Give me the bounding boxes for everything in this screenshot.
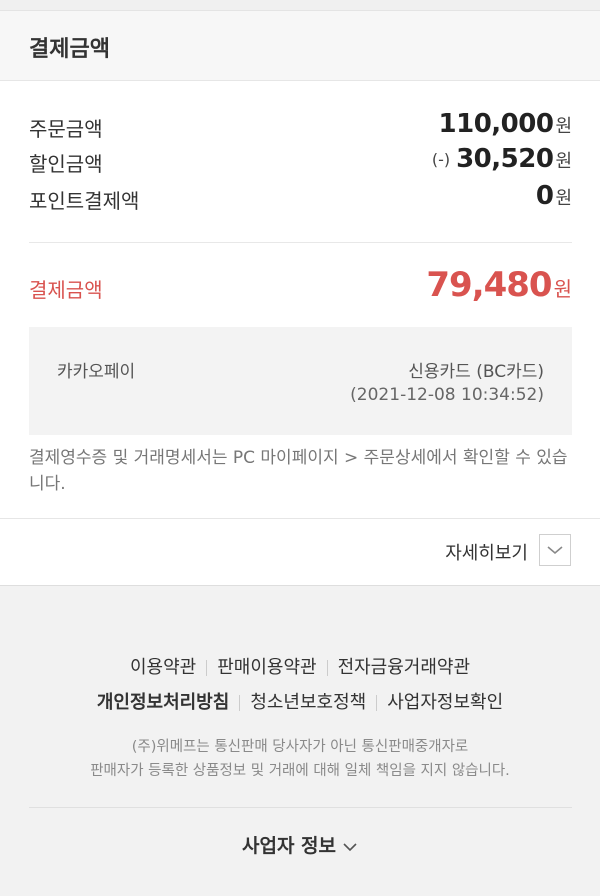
discount-amount-row: 할인금액 (-) 30,520 원 [29, 144, 572, 176]
footer-links-row2: 개인정보처리방침 청소년보호정책 사업자정보확인 [0, 688, 600, 714]
disclaimer-line-1: (주)위메프는 통신판매 당사자가 아닌 통신판매중개자로 [131, 739, 469, 755]
footer-divider [29, 807, 572, 808]
link-separator [206, 660, 208, 676]
discount-minus-prefix: (-) [431, 150, 451, 169]
footer-disclaimer: (주)위메프는 통신판매 당사자가 아닌 통신판매중개자로 판매자가 등록한 상… [0, 735, 600, 783]
order-amount-unit: 원 [555, 116, 572, 137]
total-amount-unit: 원 [553, 277, 572, 301]
order-amount-number: 110,000 [438, 109, 554, 139]
payment-method-box: 카카오페이 신용카드 (BC카드) (2021-12-08 10:34:52) [29, 327, 572, 435]
discount-amount-value: (-) 30,520 원 [432, 144, 572, 174]
section-title: 결제금액 [29, 37, 110, 62]
payment-summary-card: 주문금액 110,000 원 할인금액 (-) 30,520 원 포인트결제액 0원 … [0, 81, 600, 586]
point-amount-label: 포인트결제액 [29, 189, 140, 213]
terms-of-use-link[interactable]: 이용약관 [130, 657, 196, 678]
total-amount-number: 79,480 [426, 265, 552, 305]
footer-links-row1: 이용약관 판매이용약관 전자금융거래약관 [0, 653, 600, 679]
link-separator [376, 695, 378, 711]
business-info-label: 사업자 정보 [241, 835, 336, 857]
view-details-button[interactable] [539, 534, 571, 566]
top-strip [0, 0, 600, 11]
summary-divider [29, 242, 572, 243]
order-amount-label: 주문금액 [29, 117, 103, 141]
total-amount-label: 결제금액 [29, 278, 103, 302]
payment-card-type: 신용카드 (BC카드) [408, 362, 544, 382]
point-amount-row: 포인트결제액 0원 [29, 181, 572, 213]
youth-protection-link[interactable]: 청소년보호정책 [250, 692, 366, 713]
chevron-down-icon [343, 842, 357, 851]
receipt-notice: 결제영수증 및 거래명세서는 PC 마이페이지 > 주문상세에서 확인할 수 있… [29, 448, 568, 494]
footer: 이용약관 판매이용약관 전자금융거래약관 개인정보처리방침 청소년보호정책 사업자정보확… [0, 625, 600, 896]
seller-terms-link[interactable]: 판매이용약관 [217, 657, 316, 678]
order-amount-row: 주문금액 110,000 원 [29, 109, 572, 141]
point-amount-unit: 원 [555, 188, 572, 209]
total-amount-value: 79,480 원 [426, 265, 572, 305]
payment-method-name: 카카오페이 [57, 362, 136, 382]
total-amount-row: 결제금액 79,480 원 [29, 265, 572, 309]
discount-amount-number: 30,520 [456, 144, 554, 174]
discount-amount-unit: 원 [555, 151, 572, 172]
privacy-policy-link[interactable]: 개인정보처리방침 [97, 692, 229, 713]
disclaimer-line-2: 판매자가 등록한 상품정보 및 거래에 대해 일체 책임을 지지 않습니다. [90, 763, 510, 779]
view-details-label[interactable]: 자세히보기 [445, 539, 528, 565]
point-amount-number: 0 [535, 181, 554, 211]
payment-datetime: (2021-12-08 10:34:52) [350, 385, 544, 405]
business-info-check-link[interactable]: 사업자정보확인 [387, 692, 503, 713]
detail-divider [0, 518, 600, 519]
section-header: 결제금액 [0, 11, 600, 81]
discount-amount-label: 할인금액 [29, 152, 103, 176]
e-finance-terms-link[interactable]: 전자금융거래약관 [338, 657, 470, 678]
chevron-down-icon [547, 546, 563, 555]
link-separator [326, 660, 328, 676]
point-amount-value: 0원 [536, 181, 572, 211]
order-amount-value: 110,000 원 [439, 109, 572, 139]
business-info-toggle[interactable]: 사업자 정보 [0, 831, 600, 858]
link-separator [239, 695, 241, 711]
